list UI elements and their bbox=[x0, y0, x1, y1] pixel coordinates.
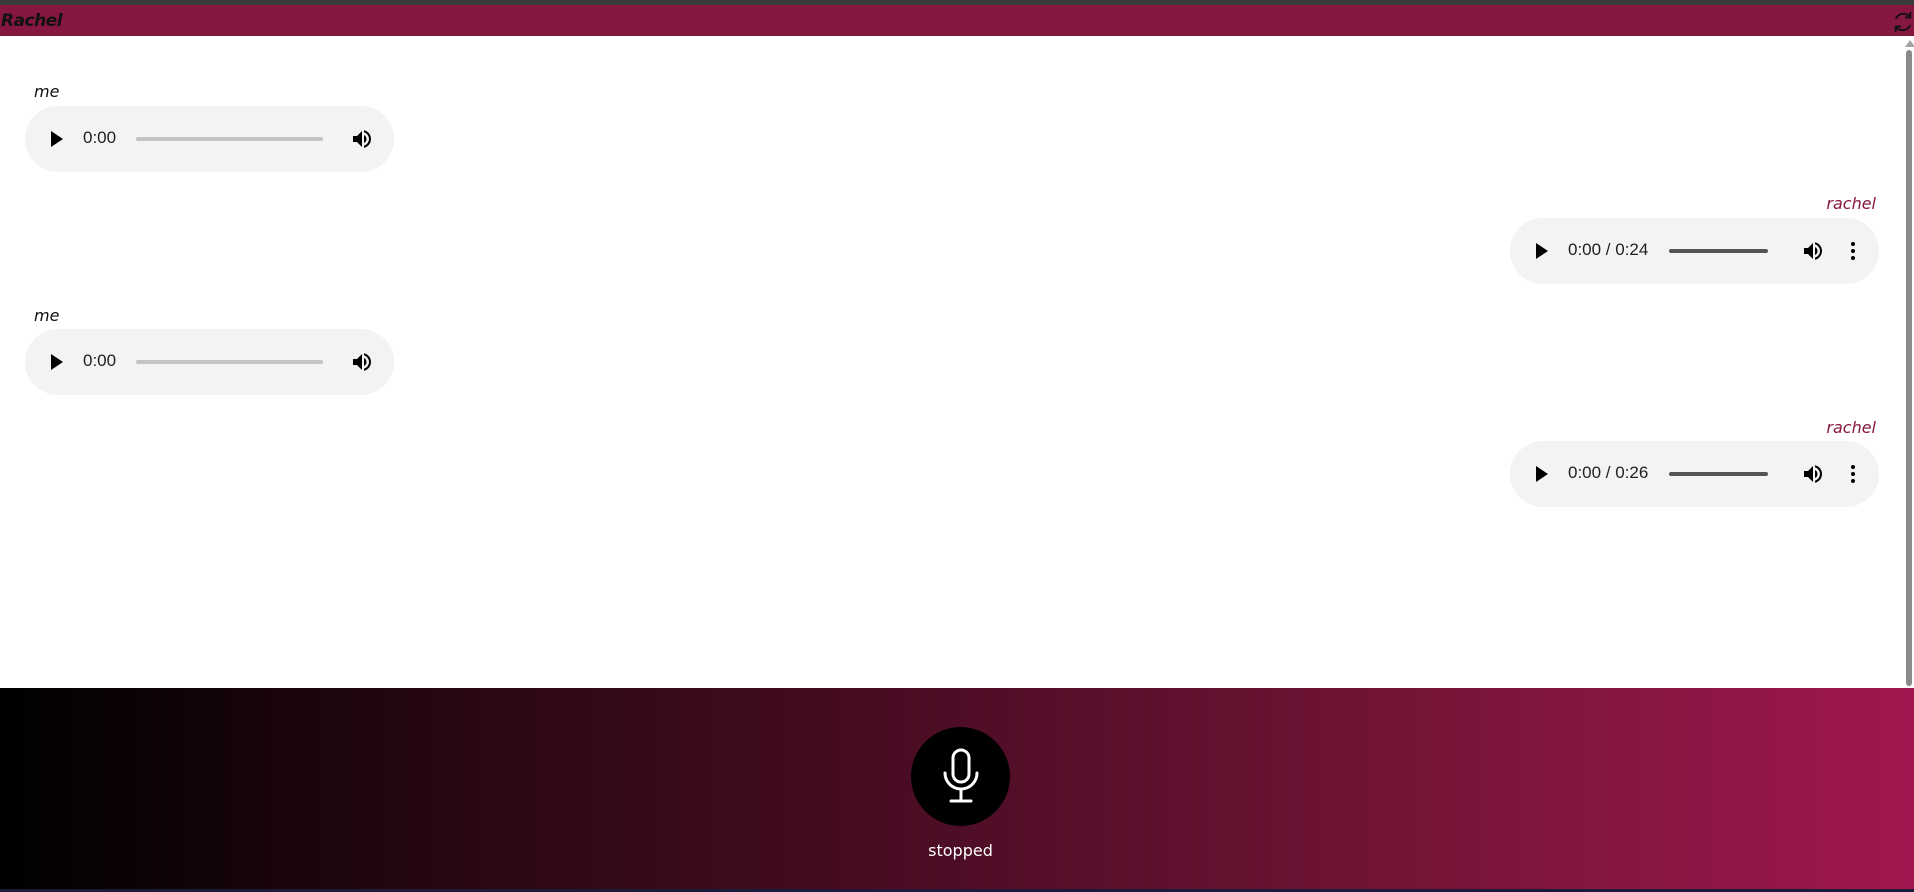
message-item: me 0:00 bbox=[20, 306, 420, 416]
play-button[interactable] bbox=[51, 354, 63, 370]
audio-seek-bar[interactable] bbox=[136, 360, 323, 364]
voice-chat-app: Rachel me 0:00 rachel 0:00 / 0:24 me 0:0… bbox=[0, 0, 1914, 892]
message-item: rachel 0:00 / 0:26 bbox=[1500, 418, 1886, 528]
audio-time: 0:00 / 0:24 bbox=[1568, 240, 1649, 259]
volume-icon[interactable] bbox=[1801, 239, 1825, 263]
play-button[interactable] bbox=[1536, 466, 1548, 482]
audio-seek-bar[interactable] bbox=[1669, 472, 1768, 476]
audio-player: 0:00 bbox=[25, 329, 394, 395]
header-bar: Rachel bbox=[0, 5, 1914, 36]
record-button[interactable] bbox=[911, 727, 1010, 826]
audio-time: 0:00 bbox=[83, 351, 117, 370]
more-options-icon[interactable] bbox=[1841, 239, 1865, 263]
message-item: rachel 0:00 / 0:24 bbox=[1500, 194, 1886, 304]
audio-player: 0:00 / 0:26 bbox=[1510, 441, 1879, 507]
recorder-panel: stopped bbox=[0, 688, 1914, 889]
refresh-icon[interactable] bbox=[1892, 11, 1914, 33]
message-sender: me bbox=[34, 306, 60, 325]
message-item: me 0:00 bbox=[20, 82, 420, 192]
volume-icon[interactable] bbox=[350, 127, 374, 151]
message-sender: me bbox=[34, 82, 60, 101]
scroll-up-arrow-icon[interactable] bbox=[1905, 40, 1914, 47]
message-sender: rachel bbox=[1826, 418, 1876, 437]
audio-time: 0:00 / 0:26 bbox=[1568, 463, 1649, 482]
scrollbar-thumb[interactable] bbox=[1906, 50, 1912, 686]
audio-player: 0:00 bbox=[25, 106, 394, 172]
play-button[interactable] bbox=[51, 131, 63, 147]
audio-player: 0:00 / 0:24 bbox=[1510, 218, 1879, 284]
audio-seek-bar[interactable] bbox=[1669, 249, 1768, 253]
chat-title: Rachel bbox=[1, 11, 63, 31]
message-list: me 0:00 rachel 0:00 / 0:24 me 0:00 rache… bbox=[0, 36, 1904, 688]
recorder-status: stopped bbox=[928, 841, 993, 860]
volume-icon[interactable] bbox=[1801, 462, 1825, 486]
scrollbar[interactable] bbox=[1904, 36, 1914, 688]
play-button[interactable] bbox=[1536, 243, 1548, 259]
message-sender: rachel bbox=[1826, 194, 1876, 213]
audio-seek-bar[interactable] bbox=[136, 137, 323, 141]
more-options-icon[interactable] bbox=[1841, 462, 1865, 486]
audio-time: 0:00 bbox=[83, 128, 117, 147]
volume-icon[interactable] bbox=[350, 350, 374, 374]
